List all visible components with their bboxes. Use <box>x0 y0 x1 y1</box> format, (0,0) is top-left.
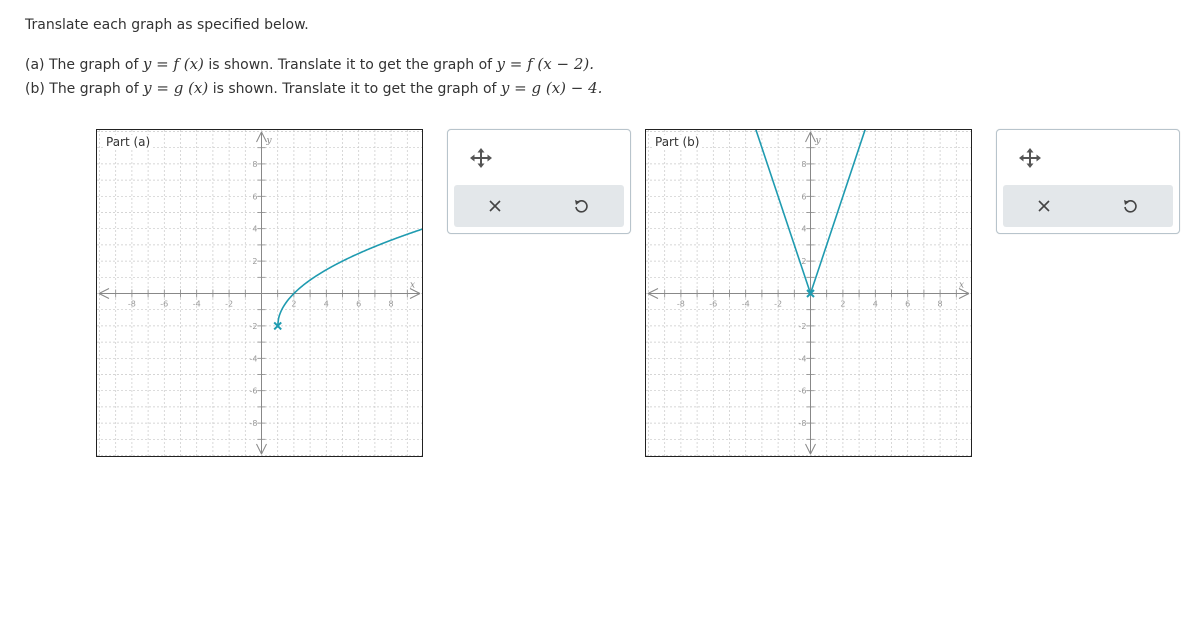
y-tick-label: -6 <box>250 387 258 396</box>
x-tick-label: 6 <box>905 300 910 309</box>
x-tick-label: -2 <box>225 300 233 309</box>
y-tick-label: -8 <box>799 419 807 428</box>
x-tick-label: 2 <box>840 300 845 309</box>
y-tick-label: -8 <box>250 419 258 428</box>
part-a-text-2: is shown. Translate it to get the graph … <box>203 57 497 73</box>
x-tick-label: 8 <box>938 300 943 309</box>
y-tick-label: 2 <box>252 257 257 266</box>
y-tick-label: -2 <box>250 322 258 331</box>
close-icon[interactable] <box>1032 194 1056 218</box>
x-axis-label: x <box>959 281 964 291</box>
y-axis-label: y <box>815 136 822 146</box>
part-b-math-2: y = g (x) − 4. <box>500 79 603 97</box>
y-tick-label: 6 <box>801 192 806 201</box>
y-tick-label: -2 <box>799 322 807 331</box>
x-tick-label: -8 <box>677 300 685 309</box>
undo-icon[interactable] <box>1118 194 1142 218</box>
x-tick-label: 6 <box>356 300 361 309</box>
part-a-text-1: (a) The graph of <box>25 57 143 73</box>
y-tick-label: 6 <box>252 192 257 201</box>
graph-a-canvas[interactable]: -8 -6 -4 -2 2 4 6 8 8 6 4 2 -2 -4 -6 -8 x y <box>97 130 422 456</box>
x-tick-label: 2 <box>291 300 296 309</box>
graph-b-canvas[interactable]: -8 -6 -4 -2 2 4 6 8 8 6 4 2 -2 -4 -6 -8 x y <box>646 130 971 456</box>
close-icon[interactable] <box>483 194 507 218</box>
x-tick-label: -4 <box>742 300 750 309</box>
y-axis-label: y <box>266 136 273 146</box>
y-tick-label: -4 <box>250 354 258 363</box>
part-b-math-1: y = g (x) <box>143 79 209 97</box>
y-tick-label: 4 <box>801 225 806 234</box>
part-b-action-bar <box>1003 185 1173 227</box>
part-b-tools-panel <box>996 129 1180 234</box>
x-tick-label: -4 <box>193 300 201 309</box>
graph-part-a[interactable]: -8 -6 -4 -2 2 4 6 8 8 6 4 2 -2 -4 -6 -8 x y Part (a) <box>96 129 423 457</box>
part-a-instruction: (a) The graph of y = f (x) is shown. Tra… <box>25 55 594 73</box>
graph-part-b[interactable]: -8 -6 -4 -2 2 4 6 8 8 6 4 2 -2 -4 -6 -8 x y Part (b) <box>645 129 972 457</box>
part-b-text-1: (b) The graph of <box>25 81 144 97</box>
y-tick-label: 4 <box>252 225 257 234</box>
x-axis-label: x <box>410 281 415 291</box>
y-tick-label: -6 <box>799 387 807 396</box>
part-a-tools-panel <box>447 129 631 234</box>
part-b-label: Part (b) <box>653 135 702 149</box>
part-a-label: Part (a) <box>104 135 153 149</box>
move-arrows-icon[interactable] <box>1017 147 1043 169</box>
curve-sqrt <box>276 228 422 326</box>
y-tick-label: 2 <box>801 257 806 266</box>
undo-icon[interactable] <box>569 194 593 218</box>
y-tick-label: 8 <box>801 160 806 169</box>
move-arrows-icon[interactable] <box>468 147 494 169</box>
y-tick-label: -4 <box>799 354 807 363</box>
x-tick-label: 4 <box>324 300 329 309</box>
x-tick-label: -8 <box>128 300 136 309</box>
instructions: Translate each graph as specified below. <box>25 17 309 33</box>
x-tick-label: -2 <box>774 300 782 309</box>
y-tick-label: 8 <box>252 160 257 169</box>
part-b-text-2: is shown. Translate it to get the graph … <box>208 81 501 97</box>
part-a-math-1: y = f (x) <box>142 55 204 73</box>
part-a-math-2: y = f (x − 2). <box>496 55 595 73</box>
x-tick-label: 4 <box>873 300 878 309</box>
x-tick-label: 8 <box>389 300 394 309</box>
x-tick-label: -6 <box>709 300 717 309</box>
part-b-instruction: (b) The graph of y = g (x) is shown. Tra… <box>25 79 602 97</box>
x-tick-label: -6 <box>160 300 168 309</box>
part-a-action-bar <box>454 185 624 227</box>
